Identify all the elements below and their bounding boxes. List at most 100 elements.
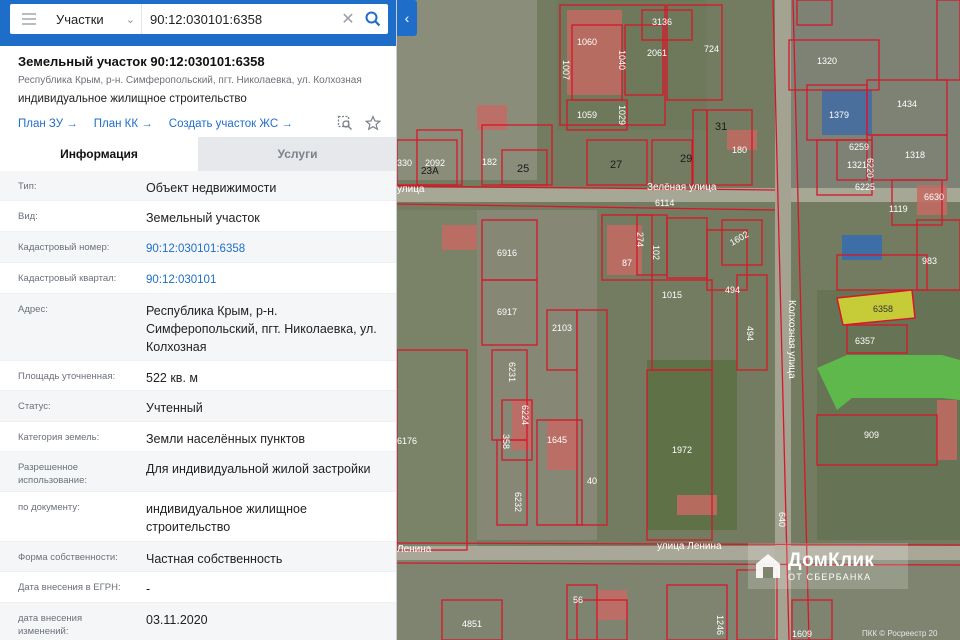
tab-services[interactable]: Услуги — [198, 137, 396, 171]
svg-text:1060: 1060 — [577, 37, 597, 47]
domclick-watermark: ДомКлик ОТ СБЕРБАНКА — [748, 543, 908, 589]
house-logo-icon — [754, 552, 782, 580]
svg-text:983: 983 — [922, 256, 937, 266]
create-parcel-link[interactable]: Создать участок ЖС → — [169, 118, 293, 130]
row-land-category: Категория земель: Земли населённых пункт… — [0, 422, 396, 452]
object-header: Земельный участок 90:12:030101:6358 Респ… — [0, 46, 396, 133]
svg-text:1320: 1320 — [817, 56, 837, 66]
row-label: по документу: — [18, 502, 80, 513]
favorite-star-icon[interactable] — [365, 115, 381, 131]
svg-text:1007: 1007 — [561, 60, 571, 80]
search-box: Участки ⌄ ✕ — [10, 4, 388, 34]
row-cadastral-number: Кадастровый номер: 90:12:030101:6358 — [0, 232, 396, 263]
row-label: Разрешенное использование: — [18, 462, 88, 486]
svg-text:29: 29 — [680, 153, 692, 165]
svg-text:87: 87 — [622, 258, 632, 268]
object-type-select[interactable]: Участки ⌄ — [48, 4, 142, 34]
row-value: 522 кв. м — [146, 371, 198, 385]
header-actions — [337, 115, 381, 131]
find-on-map-icon[interactable] — [337, 115, 353, 131]
svg-text:25: 25 — [517, 163, 529, 175]
svg-text:1609: 1609 — [792, 629, 812, 639]
cadastral-map[interactable]: 1060 1040 2061 3136 724 1059 1029 1007 1… — [397, 0, 960, 640]
row-kind: Вид: Земельный участок — [0, 201, 396, 232]
row-value: Учтенный — [146, 401, 203, 415]
svg-text:1040: 1040 — [617, 50, 627, 70]
cadastral-quarter-link[interactable]: 90:12:030101 — [128, 263, 396, 293]
svg-text:4851: 4851 — [462, 619, 482, 629]
svg-text:1119: 1119 — [889, 204, 908, 214]
plan-zu-link[interactable]: План ЗУ → — [18, 118, 78, 130]
svg-text:1318: 1318 — [905, 150, 925, 160]
row-cadastral-quarter: Кадастровый квартал: 90:12:030101 — [0, 263, 396, 294]
svg-text:27: 27 — [610, 159, 622, 171]
search-bar: Участки ⌄ ✕ — [0, 0, 396, 46]
row-change-date: дата внесения изменений: 03.11.2020 — [0, 603, 396, 640]
svg-text:6231: 6231 — [507, 362, 517, 382]
row-label: Форма собственности: — [18, 552, 118, 563]
info-panel: Участки ⌄ ✕ Земельный участок 90:12:0301… — [0, 0, 397, 640]
row-label: Площадь уточненная: — [18, 371, 116, 382]
row-label: дата внесения изменений: — [18, 613, 83, 637]
svg-text:494: 494 — [725, 285, 740, 295]
chevron-left-icon: ‹ — [404, 10, 410, 26]
row-label: Статус: — [18, 401, 51, 412]
svg-text:1015: 1015 — [662, 290, 682, 300]
svg-text:6357: 6357 — [855, 336, 875, 346]
chevron-down-icon: ⌄ — [125, 13, 135, 26]
row-value: Объект недвижимости — [146, 181, 277, 195]
row-label: Адрес: — [18, 304, 48, 315]
row-label: Дата внесения в ЕГРН: — [18, 582, 121, 593]
svg-text:330: 330 — [397, 158, 412, 168]
search-button[interactable] — [358, 4, 388, 34]
watermark-brand: ДомКлик — [788, 550, 875, 571]
svg-text:6176: 6176 — [397, 436, 417, 446]
search-icon — [365, 11, 381, 27]
watermark-subtitle: ОТ СБЕРБАНКА — [788, 572, 872, 582]
tabs: Информация Услуги — [0, 137, 396, 171]
svg-text:909: 909 — [864, 430, 879, 440]
row-value: Частная собственность — [146, 552, 283, 566]
menu-icon[interactable] — [10, 4, 48, 34]
page-title: Земельный участок 90:12:030101:6358 — [18, 54, 265, 69]
tab-information[interactable]: Информация — [0, 137, 198, 171]
object-address: Республика Крым, р-н. Симферопольский, п… — [18, 75, 362, 86]
object-purpose: индивидуальное жилищное строительство — [18, 93, 247, 105]
svg-text:6630: 6630 — [924, 192, 944, 202]
svg-text:1246: 1246 — [715, 615, 725, 635]
svg-text:1972: 1972 — [672, 445, 692, 455]
svg-text:1434: 1434 — [897, 99, 917, 109]
svg-text:6225: 6225 — [855, 182, 875, 192]
map-copyright: ПКК © Росреестр 20 — [862, 629, 938, 638]
svg-text:182: 182 — [482, 157, 497, 167]
svg-text:1645: 1645 — [547, 435, 567, 445]
svg-text:2103: 2103 — [552, 323, 572, 333]
svg-text:180: 180 — [732, 145, 747, 155]
search-input[interactable] — [142, 4, 338, 34]
row-address: Адрес: Республика Крым, р-н. Симферополь… — [0, 294, 396, 361]
row-egrn-date: Дата внесения в ЕГРН: - — [0, 572, 396, 603]
svg-text:Зелёная улица: Зелёная улица — [647, 182, 717, 193]
row-label: Кадастровый квартал: — [18, 273, 117, 284]
row-type: Тип: Объект недвижимости — [0, 171, 396, 201]
svg-text:1059: 1059 — [577, 110, 597, 120]
action-links: План ЗУ → План КК → Создать участок ЖС → — [18, 115, 381, 133]
row-label: Кадастровый номер: — [18, 242, 110, 253]
plan-kk-link[interactable]: План КК → — [94, 118, 153, 130]
row-area: Площадь уточненная: 522 кв. м — [0, 361, 396, 391]
attributes-table: Тип: Объект недвижимости Вид: Земельный … — [0, 171, 396, 640]
svg-text:40: 40 — [587, 476, 597, 486]
row-value: 03.11.2020 — [146, 613, 208, 627]
collapse-panel-button[interactable]: ‹ — [397, 0, 417, 36]
svg-text:6224: 6224 — [520, 405, 530, 425]
svg-text:Колхозная улица: Колхозная улица — [786, 300, 797, 379]
svg-text:23А: 23А — [421, 166, 439, 177]
row-by-document: по документу: индивидуальное жилищное ст… — [0, 492, 396, 542]
clear-icon[interactable]: ✕ — [338, 4, 358, 34]
svg-text:1379: 1379 — [829, 110, 849, 120]
row-permitted-use: Разрешенное использование: Для индивидуа… — [0, 452, 396, 492]
row-value: Республика Крым, р-н. Симферопольский, п… — [146, 304, 377, 354]
cadastral-number-link[interactable]: 90:12:030101:6358 — [128, 232, 396, 262]
svg-text:улица: улица — [397, 184, 425, 195]
object-type-value: Участки — [56, 11, 104, 27]
